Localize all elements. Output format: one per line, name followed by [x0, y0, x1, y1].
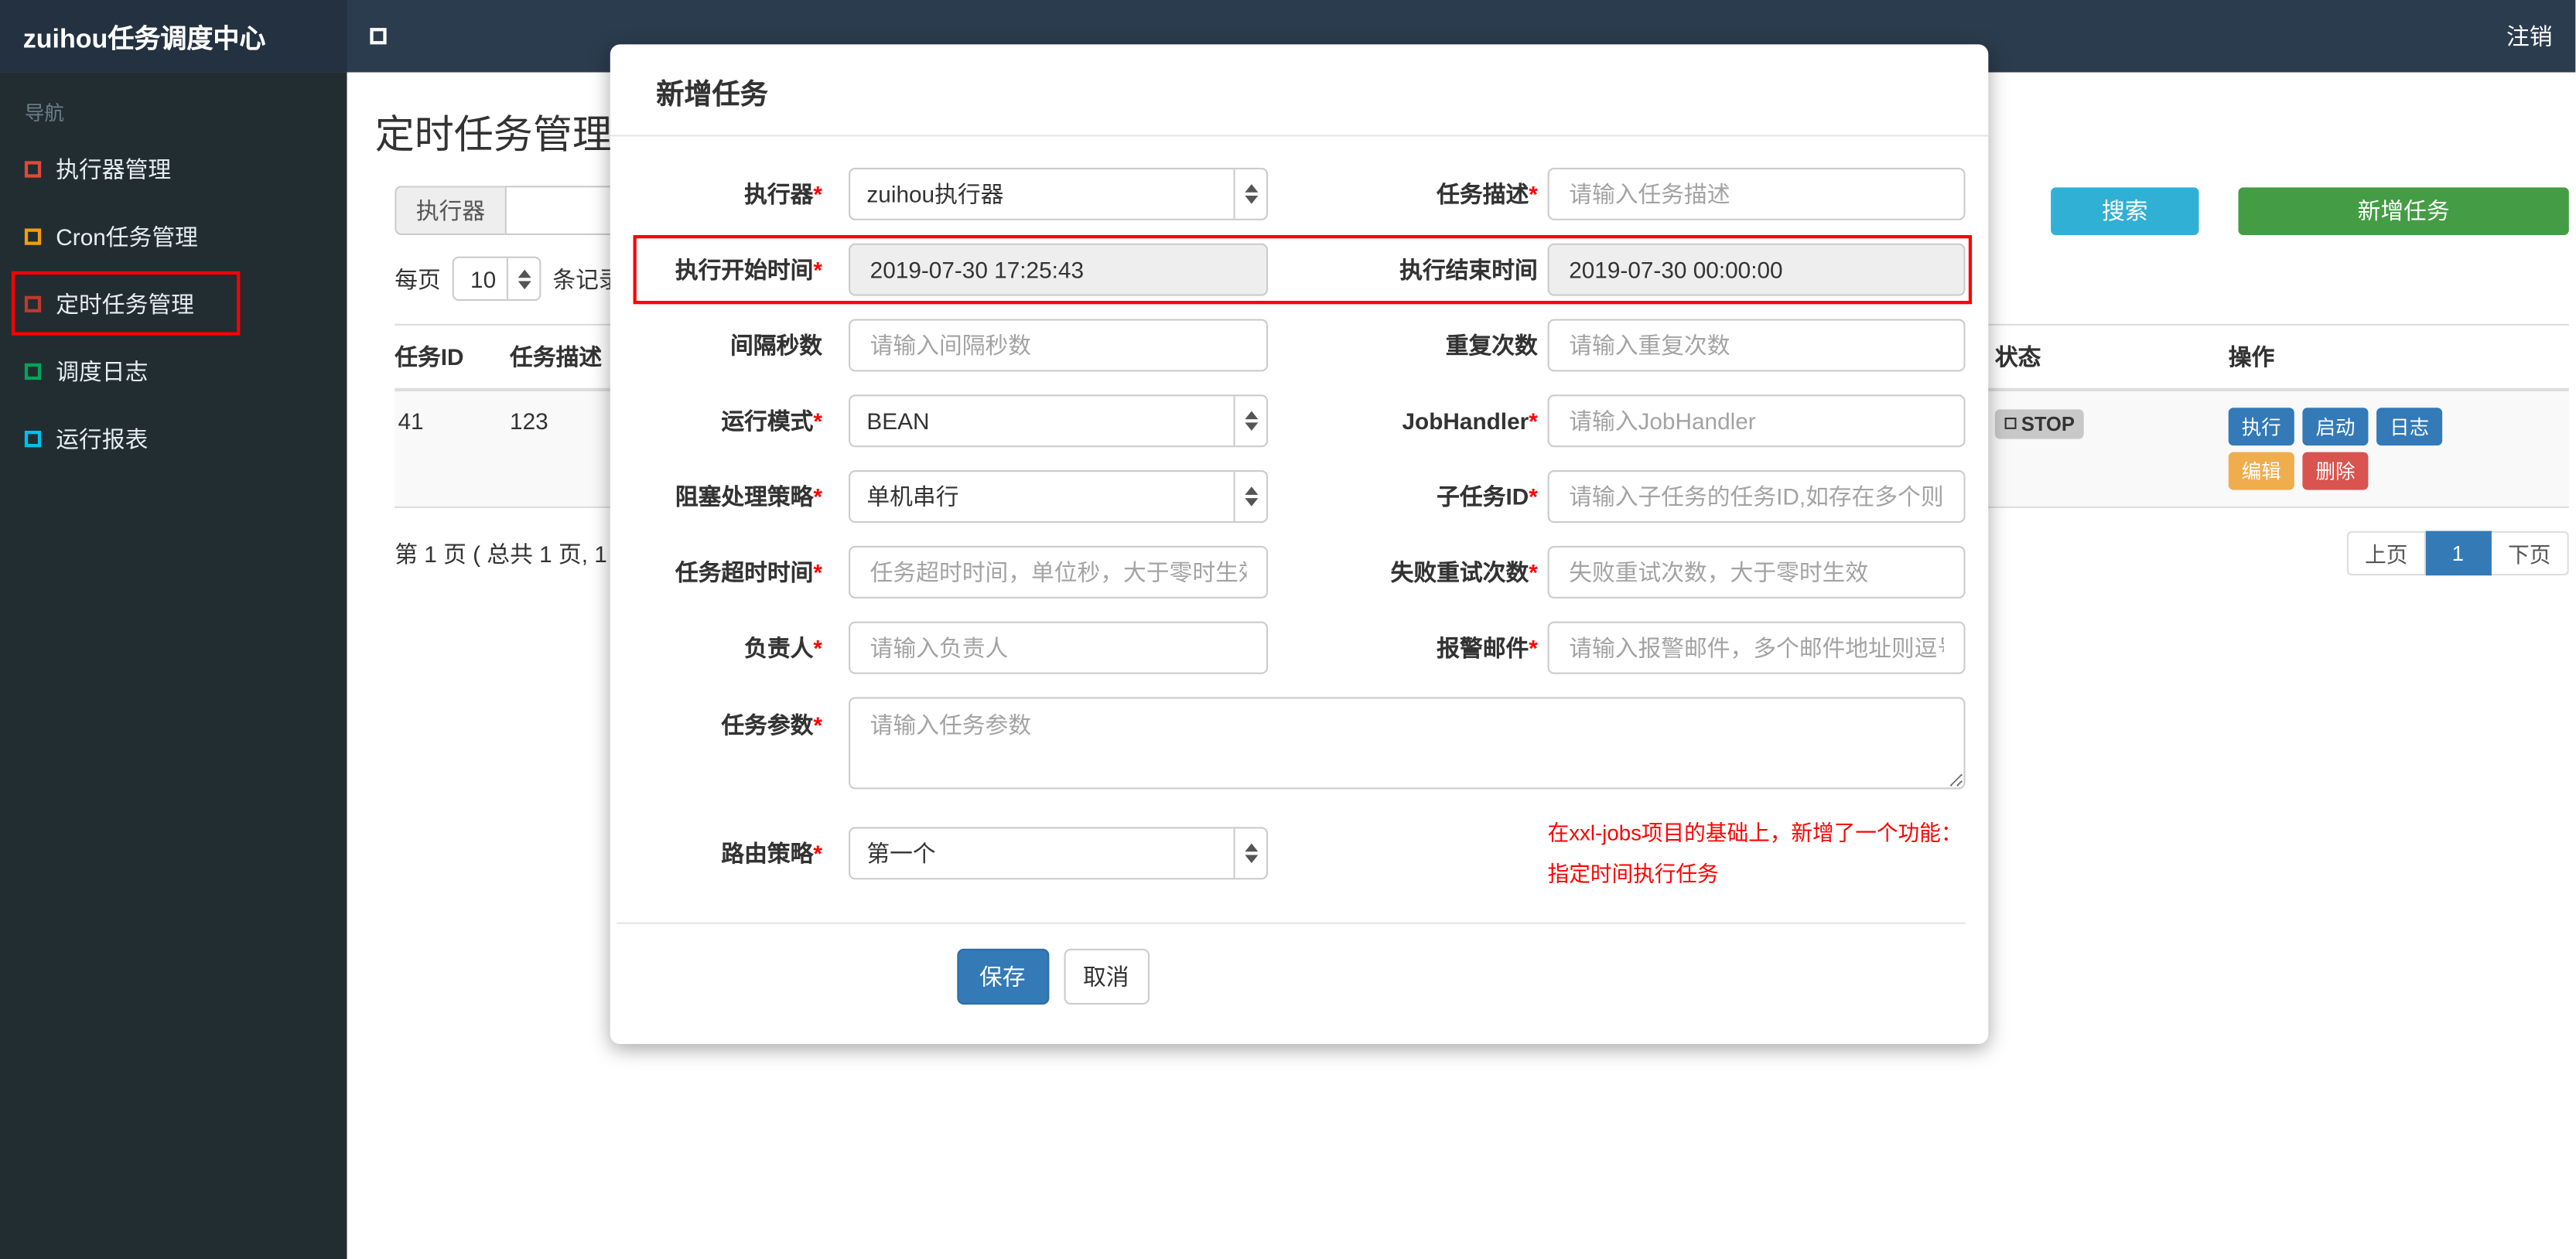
page-1-button[interactable]: 1 [2425, 531, 2492, 576]
owner-input[interactable] [849, 621, 1269, 674]
start-button[interactable]: 启动 [2302, 408, 2369, 446]
square-icon [24, 227, 42, 244]
status-badge: STOP [1994, 408, 2085, 438]
delete-button[interactable]: 删除 [2302, 452, 2369, 490]
sidebar-item-label: 定时任务管理 [56, 290, 194, 317]
logout-link[interactable]: 注销 [2506, 20, 2553, 53]
start-time-input[interactable] [849, 243, 1269, 296]
select-arrows-icon [1233, 396, 1267, 446]
select-arrows-icon [506, 258, 540, 299]
job-desc-input[interactable] [1547, 167, 1966, 220]
timeout-label: 任务超时时间* [675, 558, 822, 585]
edit-button[interactable]: 编辑 [2228, 452, 2294, 490]
repeat-label: 重复次数 [1445, 332, 1538, 359]
sidebar-toggle-icon[interactable] [370, 28, 387, 45]
app-brand[interactable]: zuihou任务调度中心 [0, 0, 347, 73]
header-actions: 操作 [2228, 343, 2275, 370]
next-page-button[interactable]: 下页 [2491, 531, 2569, 576]
route-strategy-label: 路由策略* [721, 840, 822, 867]
square-icon [24, 362, 42, 380]
modal-title: 新增任务 [610, 44, 1989, 137]
retry-input[interactable] [1547, 545, 1966, 599]
executor-select[interactable]: zuihou执行器 [849, 167, 1269, 220]
alarm-email-label: 报警邮件* [1437, 634, 1538, 661]
sidebar-item-dispatch-log[interactable]: 调度日志 [0, 337, 347, 404]
job-handler-label: JobHandler* [1402, 408, 1538, 435]
add-task-button[interactable]: 新增任务 [2238, 186, 2569, 234]
block-strategy-select[interactable]: 单机串行 [849, 470, 1269, 524]
screen: zuihou任务调度中心 注销 导航 执行器管理 Cron任务管理 定时任务管理… [0, 0, 2576, 1259]
child-job-input[interactable] [1547, 470, 1966, 524]
cancel-button[interactable]: 取消 [1063, 948, 1150, 1005]
header-status: 状态 [1994, 343, 2041, 370]
sidebar-section-label: 导航 [24, 101, 64, 125]
add-task-modal: 新增任务 执行器* zuihou执行器 任务描述* 执行开始 [610, 44, 1989, 1045]
sidebar-item-run-report[interactable]: 运行报表 [0, 404, 347, 472]
sidebar-item-label: 调度日志 [56, 357, 149, 384]
interval-label: 间隔秒数 [729, 332, 822, 359]
end-time-label: 执行结束时间 [1399, 256, 1538, 283]
sidebar-item-cron-task[interactable]: Cron任务管理 [0, 202, 347, 269]
prev-page-button[interactable]: 上页 [2346, 531, 2426, 576]
job-desc-label: 任务描述* [1437, 180, 1538, 207]
glue-type-label: 运行模式* [721, 408, 822, 435]
sidebar-item-label: 执行器管理 [56, 155, 172, 182]
sidebar-item-timed-task[interactable]: 定时任务管理 [0, 270, 347, 337]
search-button[interactable]: 搜索 [2051, 186, 2199, 234]
executor-filter-label: 执行器 [395, 186, 505, 236]
start-time-label: 执行开始时间* [675, 256, 822, 283]
job-param-label: 任务参数* [721, 711, 822, 739]
end-time-input[interactable] [1547, 243, 1966, 296]
square-icon [24, 160, 42, 177]
route-strategy-select[interactable]: 第一个 [849, 827, 1269, 880]
glue-type-select[interactable]: BEAN [849, 394, 1269, 448]
log-button[interactable]: 日志 [2376, 408, 2443, 446]
select-arrows-icon [1233, 472, 1267, 521]
executor-label: 执行器* [744, 180, 822, 207]
per-page-label: 每页 [395, 265, 441, 292]
child-job-label: 子任务ID* [1437, 483, 1538, 510]
header-task-id: 任务ID [395, 343, 464, 370]
job-param-textarea[interactable] [849, 697, 1966, 790]
select-arrows-icon [1233, 828, 1267, 879]
repeat-input[interactable] [1547, 319, 1966, 372]
run-button[interactable]: 执行 [2228, 408, 2294, 446]
owner-label: 负责人* [744, 634, 822, 661]
sidebar-item-executor-manage[interactable]: 执行器管理 [0, 135, 347, 202]
interval-input[interactable] [849, 319, 1269, 372]
square-icon [24, 295, 42, 312]
block-strategy-label: 阻塞处理策略* [675, 483, 822, 510]
select-arrows-icon [1233, 169, 1267, 219]
cell-task-id: 41 [398, 408, 424, 435]
job-handler-input[interactable] [1547, 394, 1966, 448]
alarm-email-input[interactable] [1547, 621, 1966, 674]
sidebar-item-label: Cron任务管理 [56, 223, 198, 250]
stop-square-icon [2004, 418, 2017, 429]
save-button[interactable]: 保存 [956, 948, 1049, 1005]
per-page-value: 10 [470, 265, 497, 292]
per-page-select[interactable]: 10 [452, 256, 542, 302]
square-icon [24, 429, 42, 447]
timeout-input[interactable] [849, 545, 1269, 599]
sidebar-item-label: 运行报表 [56, 425, 149, 452]
sidebar: 导航 执行器管理 Cron任务管理 定时任务管理 调度日志 运行报表 [0, 72, 347, 1259]
retry-label: 失败重试次数* [1390, 558, 1538, 585]
feature-note: 在xxl-jobs项目的基础上，新增了一个功能： 指定时间执行任务 [1547, 820, 1963, 886]
